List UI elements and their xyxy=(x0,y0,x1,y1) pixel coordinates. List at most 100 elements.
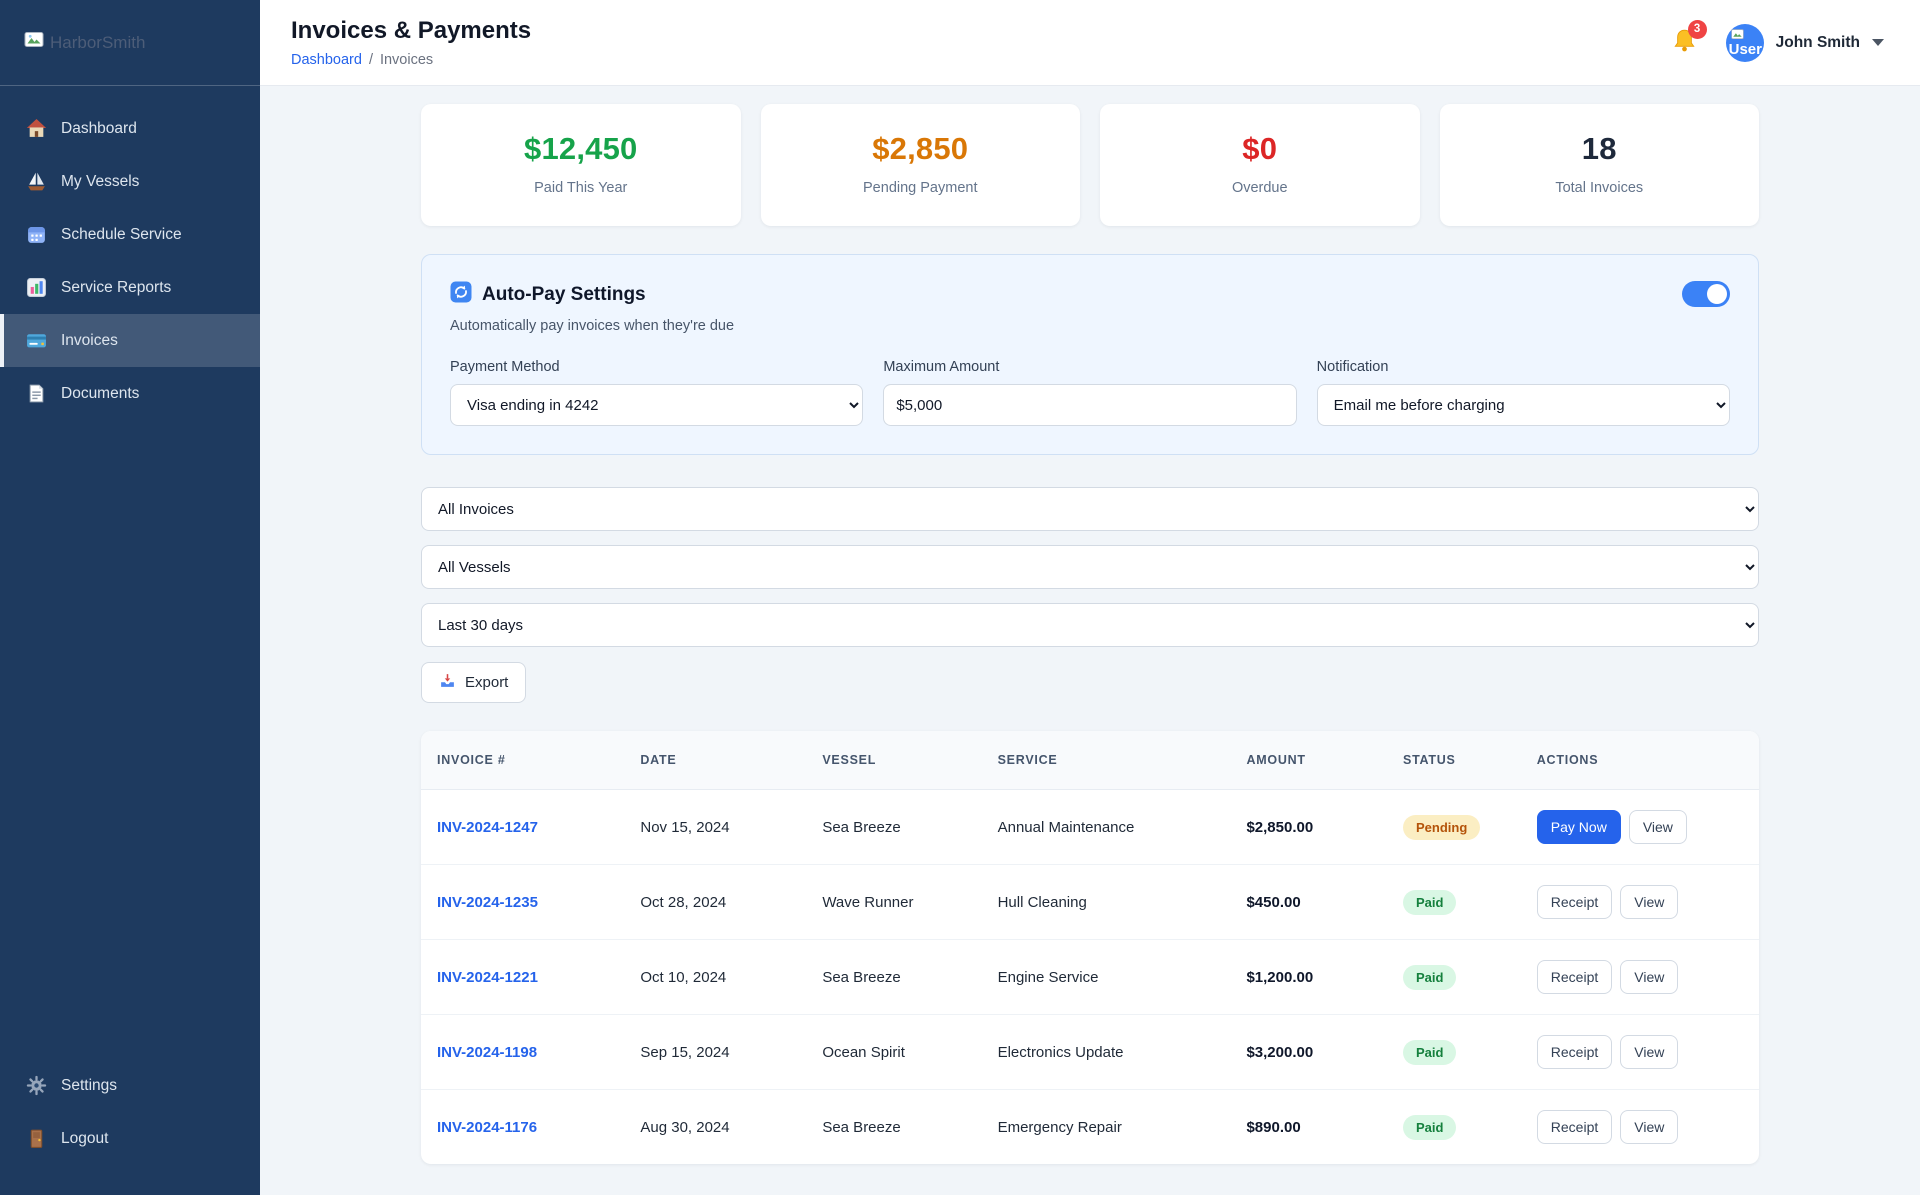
sidebar-item-documents[interactable]: Documents xyxy=(0,367,260,420)
invoice-vessel: Ocean Spirit xyxy=(806,1014,982,1090)
invoice-link[interactable]: INV-2024-1247 xyxy=(437,819,538,836)
brand-logo: HarborSmith xyxy=(0,0,260,86)
table-row: INV-2024-1198 Sep 15, 2024 Ocean Spirit … xyxy=(421,1014,1759,1090)
user-name: John Smith xyxy=(1775,33,1860,51)
invoice-amount: $890.00 xyxy=(1246,1118,1301,1136)
column-header-date: DATE xyxy=(624,731,807,790)
invoice-service: Electronics Update xyxy=(981,1014,1231,1090)
status-badge: Paid xyxy=(1402,964,1457,990)
invoice-date: Nov 15, 2024 xyxy=(624,789,807,865)
status-badge: Pending xyxy=(1402,814,1481,840)
notifications-button[interactable]: 3 xyxy=(1671,19,1707,59)
stat-value: $0 xyxy=(1242,131,1278,166)
autopay-subtitle: Automatically pay invoices when they're … xyxy=(450,318,735,334)
maximum-amount-label: Maximum Amount xyxy=(883,359,1000,375)
invoice-status-filter-select[interactable]: All Invoices xyxy=(421,487,1759,531)
invoice-link[interactable]: INV-2024-1235 xyxy=(437,894,538,911)
invoice-link[interactable]: INV-2024-1176 xyxy=(437,1119,537,1136)
table-row: INV-2024-1221 Oct 10, 2024 Sea Breeze En… xyxy=(421,939,1759,1015)
table-row: INV-2024-1176 Aug 30, 2024 Sea Breeze Em… xyxy=(421,1090,1759,1165)
stat-label: Total Invoices xyxy=(1555,180,1644,196)
invoices-table: INVOICE # DATE VESSEL SERVICE AMOUNT STA… xyxy=(421,731,1759,1164)
stat-value: $12,450 xyxy=(524,131,638,166)
invoice-link[interactable]: INV-2024-1221 xyxy=(437,969,538,986)
view-button[interactable]: View xyxy=(1620,1035,1679,1069)
avatar-alt-text: User xyxy=(1728,40,1762,58)
column-header-vessel: VESSEL xyxy=(806,731,982,790)
sidebar-item-schedule-service[interactable]: Schedule Service xyxy=(0,208,260,261)
invoice-vessel: Wave Runner xyxy=(806,864,982,940)
column-header-actions: ACTIONS xyxy=(1520,731,1759,790)
stat-value: 18 xyxy=(1581,131,1617,166)
status-badge: Paid xyxy=(1402,1114,1457,1140)
sailboat-icon xyxy=(26,171,47,192)
stat-card-pending-payment: $2,850 Pending Payment xyxy=(760,104,1080,226)
table-row: INV-2024-1235 Oct 28, 2024 Wave Runner H… xyxy=(421,864,1759,940)
view-button[interactable]: View xyxy=(1620,1110,1679,1144)
table-header-row: INVOICE # DATE VESSEL SERVICE AMOUNT STA… xyxy=(421,731,1759,790)
invoice-date: Oct 28, 2024 xyxy=(624,864,807,940)
stat-value: $2,850 xyxy=(872,131,969,166)
notification-select[interactable]: Email me before charging xyxy=(1316,384,1730,426)
invoice-date: Aug 30, 2024 xyxy=(640,1118,730,1136)
status-badge: Paid xyxy=(1402,889,1457,915)
receipt-button[interactable]: Receipt xyxy=(1536,885,1613,919)
view-button[interactable]: View xyxy=(1628,810,1687,844)
house-icon xyxy=(26,118,47,139)
toggle-knob xyxy=(1707,284,1727,304)
receipt-button[interactable]: Receipt xyxy=(1536,1110,1613,1144)
invoice-date: Oct 10, 2024 xyxy=(624,939,807,1015)
sidebar-item-label: Settings xyxy=(61,1076,118,1094)
view-button[interactable]: View xyxy=(1620,885,1679,919)
autopay-panel: Auto-Pay Settings Automatically pay invo… xyxy=(421,254,1759,455)
breadcrumb-separator: / xyxy=(368,52,373,68)
stats-row: $12,450 Paid This Year $2,850 Pending Pa… xyxy=(421,104,1759,226)
date-range-filter-select[interactable]: Last 30 days xyxy=(421,603,1759,647)
invoice-service: Emergency Repair xyxy=(997,1118,1122,1136)
export-button[interactable]: Export xyxy=(421,662,527,703)
sidebar-item-label: My Vessels xyxy=(61,172,140,190)
sidebar-item-settings[interactable]: Settings xyxy=(0,1059,260,1112)
page-header: Invoices & Payments Dashboard / Invoices 3… xyxy=(260,0,1920,86)
stat-card-overdue: $0 Overdue xyxy=(1100,104,1420,226)
vessel-filter-select[interactable]: All Vessels xyxy=(421,545,1759,589)
avatar[interactable]: User xyxy=(1725,23,1764,62)
invoice-date: Sep 15, 2024 xyxy=(624,1014,807,1090)
view-button[interactable]: View xyxy=(1620,960,1679,994)
stat-label: Overdue xyxy=(1231,180,1288,196)
sidebar-item-label: Schedule Service xyxy=(61,225,182,243)
column-header-amount: AMOUNT xyxy=(1230,731,1387,790)
main-content: $12,450 Paid This Year $2,850 Pending Pa… xyxy=(260,86,1920,1195)
breadcrumb-link-dashboard[interactable]: Dashboard xyxy=(291,52,362,68)
maximum-amount-input[interactable] xyxy=(883,384,1297,426)
sidebar-item-label: Documents xyxy=(61,384,140,402)
sidebar-item-invoices[interactable]: Invoices xyxy=(0,314,260,367)
bar-chart-icon xyxy=(26,277,47,298)
sidebar-item-logout[interactable]: Logout xyxy=(0,1112,260,1165)
table-row: INV-2024-1247 Nov 15, 2024 Sea Breeze An… xyxy=(421,789,1759,865)
sidebar-item-label: Invoices xyxy=(61,331,118,349)
invoice-amount: $2,850.00 xyxy=(1230,789,1387,865)
sidebar: HarborSmith Dashboard My Vessels Schedul… xyxy=(0,0,260,1195)
invoice-service: Engine Service xyxy=(981,939,1231,1015)
sidebar-item-label: Logout xyxy=(61,1129,109,1147)
stat-card-paid-this-year: $12,450 Paid This Year xyxy=(421,104,741,226)
invoice-link[interactable]: INV-2024-1198 xyxy=(437,1044,537,1061)
autopay-toggle[interactable] xyxy=(1682,281,1730,307)
sidebar-item-dashboard[interactable]: Dashboard xyxy=(0,102,260,155)
receipt-button[interactable]: Receipt xyxy=(1536,960,1613,994)
app-window: HarborSmith Dashboard My Vessels Schedul… xyxy=(0,0,1920,1195)
stat-card-total-invoices: 18 Total Invoices xyxy=(1439,104,1759,226)
autopay-title: Auto-Pay Settings xyxy=(482,284,646,305)
receipt-button[interactable]: Receipt xyxy=(1536,1035,1613,1069)
sidebar-item-service-reports[interactable]: Service Reports xyxy=(0,261,260,314)
column-header-service: SERVICE xyxy=(981,731,1231,790)
invoice-amount: $450.00 xyxy=(1230,864,1387,940)
payment-method-select[interactable]: Visa ending in 4242 xyxy=(450,384,864,426)
page-title: Invoices & Payments xyxy=(291,17,532,44)
pay-now-button[interactable]: Pay Now xyxy=(1536,810,1621,844)
chevron-down-icon[interactable] xyxy=(1872,39,1884,46)
column-header-invoice: INVOICE # xyxy=(421,731,625,790)
notification-count-badge: 3 xyxy=(1687,19,1707,39)
sidebar-item-my-vessels[interactable]: My Vessels xyxy=(0,155,260,208)
